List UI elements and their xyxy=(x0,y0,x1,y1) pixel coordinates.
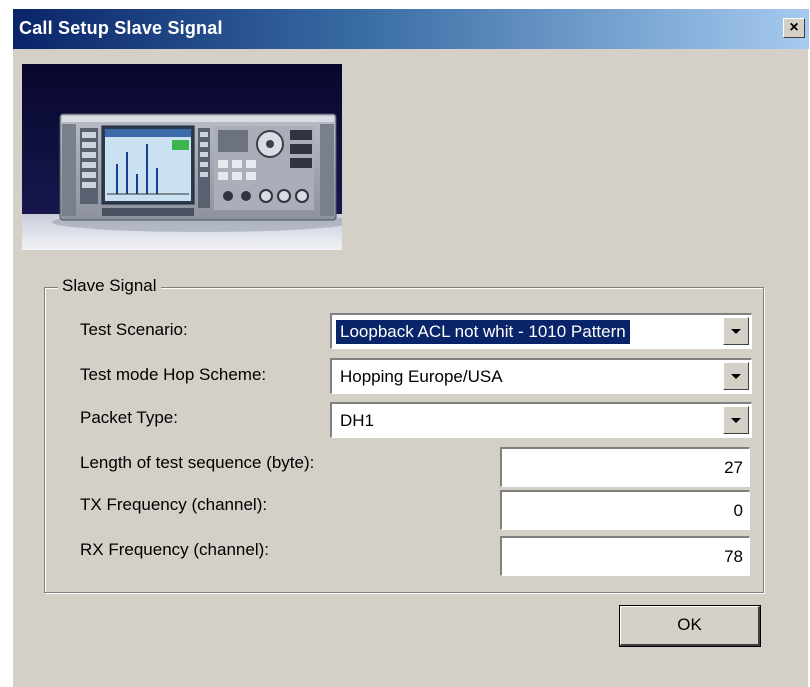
title-bar[interactable]: Call Setup Slave Signal × xyxy=(13,9,809,49)
chevron-down-icon[interactable] xyxy=(723,406,749,434)
slave-signal-group-label: Slave Signal xyxy=(58,276,161,296)
packet-type-value: DH1 xyxy=(340,411,375,430)
rx-frequency-field[interactable] xyxy=(500,536,750,576)
tx-frequency-field[interactable] xyxy=(500,490,750,530)
hop-scheme-label: Test mode Hop Scheme: xyxy=(80,365,267,384)
tx-frequency-label: TX Frequency (channel): xyxy=(80,495,268,514)
chevron-down-icon[interactable] xyxy=(723,362,749,390)
test-scenario-label: Test Scenario: xyxy=(80,320,188,339)
signal-tester-icon xyxy=(22,64,342,250)
window-title: Call Setup Slave Signal xyxy=(19,18,223,38)
close-button[interactable]: × xyxy=(783,18,805,38)
test-scenario-value: Loopback ACL not whit - 1010 Pattern xyxy=(335,319,631,345)
test-scenario-select[interactable]: Loopback ACL not whit - 1010 Pattern xyxy=(330,313,752,349)
packet-type-label: Packet Type: xyxy=(80,408,178,427)
hop-scheme-value: Hopping Europe/USA xyxy=(340,367,503,386)
rx-frequency-label: RX Frequency (channel): xyxy=(80,540,269,559)
test-sequence-length-field[interactable] xyxy=(500,447,750,487)
packet-type-select[interactable]: DH1 xyxy=(330,402,752,438)
chevron-down-icon[interactable] xyxy=(723,317,749,345)
close-icon: × xyxy=(789,19,799,36)
ok-button[interactable]: OK xyxy=(620,606,760,646)
hop-scheme-select[interactable]: Hopping Europe/USA xyxy=(330,358,752,394)
device-photo xyxy=(22,64,342,250)
test-sequence-length-label: Length of test sequence (byte): xyxy=(80,453,315,472)
